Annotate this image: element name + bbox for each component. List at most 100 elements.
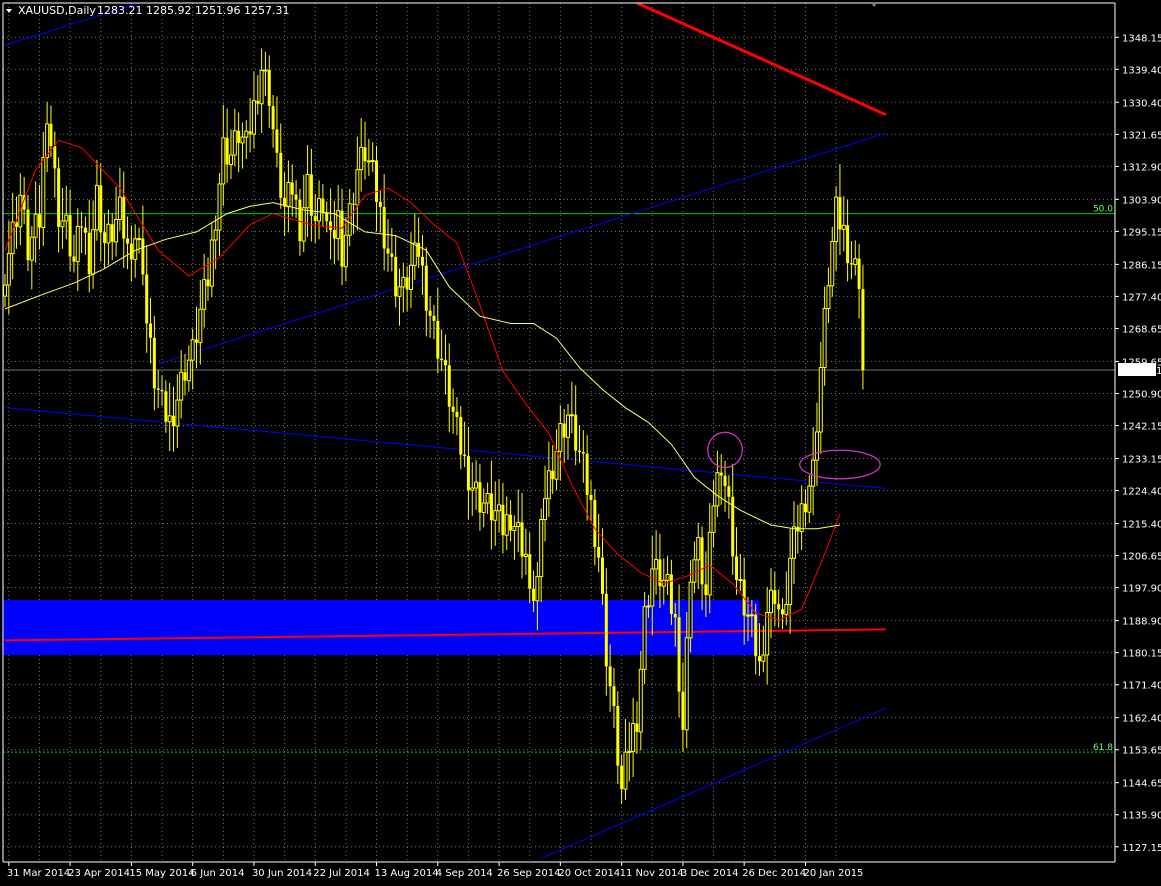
candle-body (677, 617, 681, 692)
candle-body (688, 581, 693, 639)
candle-body (228, 154, 233, 166)
candle-body (612, 686, 616, 706)
chart-canvas[interactable]: 50.0 61.8 1348.15 1339.40 1330.40 1321.65 131… (0, 0, 1161, 882)
candle-body (164, 391, 168, 422)
date-tick-label: 31 Mar 2014 (7, 868, 70, 879)
price-chart[interactable]: 50.0 61.8 1348.15 1339.40 1330.40 1321.65 131… (0, 0, 1161, 882)
candle-body (167, 415, 172, 423)
price-tick-label: 1153.65 (1122, 746, 1161, 757)
candle-body (481, 502, 486, 514)
candle-body (520, 522, 524, 557)
candle-body (470, 487, 475, 491)
candle-body (45, 123, 50, 159)
candle-body (597, 546, 601, 558)
candle-body (64, 214, 69, 222)
candle-body (217, 183, 222, 231)
price-tick-label: 1312.90 (1122, 162, 1161, 173)
candle-body (459, 416, 463, 455)
candle-body (94, 184, 99, 231)
candle-body (290, 182, 294, 195)
candle-body (133, 238, 138, 260)
candle-body (830, 240, 835, 287)
candle-body (455, 411, 459, 417)
candle-body (298, 199, 302, 242)
candle-body (466, 456, 470, 491)
candle-body (735, 556, 739, 580)
candle-body (401, 276, 406, 288)
candle-body (443, 360, 447, 366)
candle-body (137, 238, 142, 241)
candle-body (554, 450, 559, 480)
candle-body (796, 526, 800, 532)
candle-body (195, 339, 198, 343)
date-tick-label: 26 Dec 2014 (742, 868, 806, 879)
candle-body (846, 225, 850, 264)
candle-body (259, 69, 264, 105)
candle-body (440, 358, 444, 361)
candle-body (589, 494, 593, 501)
date-tick-label: 23 Apr 2014 (68, 868, 130, 879)
candle-body (807, 485, 812, 513)
candle-body (160, 389, 164, 392)
candle-body (711, 505, 716, 533)
candle-body (313, 215, 317, 221)
candle-body (715, 472, 720, 507)
candle-body (838, 197, 842, 230)
candle-body (286, 181, 291, 208)
candle-body (6, 253, 11, 286)
candle-body (646, 605, 651, 608)
candle-body (532, 588, 536, 601)
candle-body (343, 234, 348, 268)
candle-body (355, 169, 360, 206)
candle-body (198, 308, 203, 344)
price-tick-label: 1277.40 (1122, 292, 1161, 303)
candle-body (826, 285, 831, 310)
candle-body (765, 612, 770, 656)
candle-body (41, 157, 46, 229)
candle-body (110, 224, 114, 242)
candle-body (175, 399, 180, 427)
candle-body (60, 220, 65, 228)
candle-body (271, 105, 275, 130)
candle-body (857, 258, 861, 290)
candle-body (412, 242, 417, 266)
candle-body (190, 339, 195, 361)
candle-body (53, 146, 57, 169)
candle-body (149, 323, 153, 338)
candle-body (704, 584, 708, 595)
candle-body (791, 526, 796, 559)
price-tick-label: 1206.65 (1122, 552, 1161, 563)
candle-body (638, 668, 643, 733)
candle-body (861, 289, 865, 371)
candle-body (378, 201, 382, 208)
candle-body (727, 486, 731, 497)
candle-body (528, 554, 532, 589)
price-tick-label: 1339.40 (1122, 65, 1161, 76)
candle-body (761, 654, 766, 662)
candle-body (202, 279, 207, 310)
candle-body (631, 723, 636, 752)
candle-body (87, 232, 91, 275)
candle-body (405, 277, 409, 290)
price-tick-label: 1127.15 (1122, 843, 1161, 854)
candle-body (504, 514, 509, 536)
candle-body (91, 229, 96, 275)
candle-body (585, 453, 589, 495)
candle-body (49, 123, 53, 147)
candle-body (623, 751, 628, 790)
candle-body (240, 136, 245, 144)
price-tick-label: 1348.15 (1122, 33, 1161, 44)
candle-body (784, 603, 789, 615)
candle-body (248, 131, 252, 135)
candle-body (145, 274, 149, 324)
candle-body (723, 475, 727, 487)
candle-body (692, 559, 697, 583)
candle-body (352, 203, 356, 205)
price-tick-label: 1321.65 (1122, 130, 1161, 141)
candle-body (332, 230, 336, 239)
candle-body (707, 531, 712, 596)
date-tick-label: 4 Sep 2014 (436, 868, 493, 879)
candle-body (141, 238, 145, 275)
candle-body (179, 371, 184, 401)
date-tick-label: 20 Jan 2015 (803, 868, 863, 879)
